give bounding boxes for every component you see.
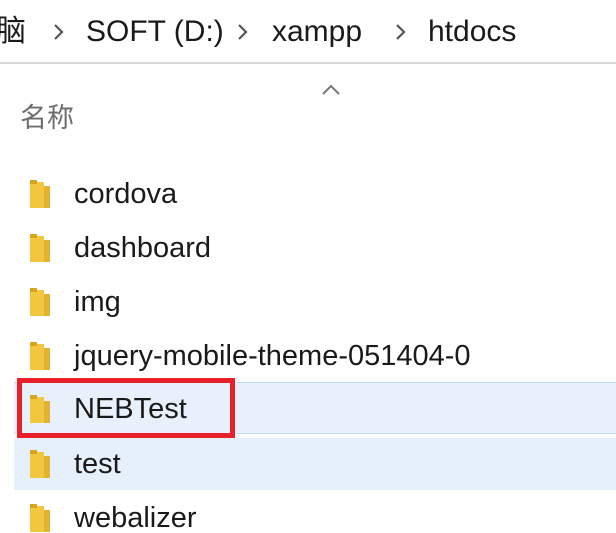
chevron-right-icon	[232, 22, 252, 42]
folder-icon	[30, 395, 54, 425]
folder-icon	[30, 450, 54, 480]
column-header-name[interactable]: 名称	[20, 102, 74, 134]
chevron-up-icon	[320, 82, 342, 96]
list-item[interactable]: webalizer	[14, 492, 616, 533]
folder-icon	[30, 234, 54, 264]
folder-icon	[30, 504, 54, 533]
file-name: test	[74, 448, 121, 480]
file-list: cordova dashboard img jquery-mobile-them…	[0, 166, 616, 533]
file-explorer-window: 脑 SOFT (D:) xampp htdocs 名称 cordova dash…	[0, 0, 616, 533]
list-item[interactable]: dashboard	[14, 222, 616, 274]
column-header-area	[0, 64, 616, 156]
list-item[interactable]: cordova	[14, 168, 616, 220]
list-item[interactable]: jquery-mobile-theme-051404-0	[14, 330, 616, 382]
chevron-right-icon	[48, 22, 68, 42]
file-name: webalizer	[74, 502, 197, 533]
chevron-right-icon	[390, 22, 410, 42]
list-item[interactable]: test	[14, 438, 616, 490]
folder-icon	[30, 288, 54, 318]
file-name: jquery-mobile-theme-051404-0	[74, 340, 471, 372]
breadcrumb-item-partial[interactable]: 脑	[0, 14, 26, 50]
list-item[interactable]: img	[14, 276, 616, 328]
file-name: img	[74, 286, 121, 318]
address-bar[interactable]: 脑 SOFT (D:) xampp htdocs	[0, 0, 616, 64]
folder-icon	[30, 180, 54, 210]
file-name: NEBTest	[74, 393, 187, 425]
breadcrumb-item-htdocs[interactable]: htdocs	[428, 14, 516, 50]
file-name: dashboard	[74, 232, 212, 264]
list-item-nebtest[interactable]: NEBTest	[14, 382, 616, 434]
folder-icon	[30, 342, 54, 372]
file-name: cordova	[74, 178, 178, 210]
breadcrumb-item-drive[interactable]: SOFT (D:)	[86, 14, 224, 50]
breadcrumb-item-xampp[interactable]: xampp	[272, 14, 362, 50]
